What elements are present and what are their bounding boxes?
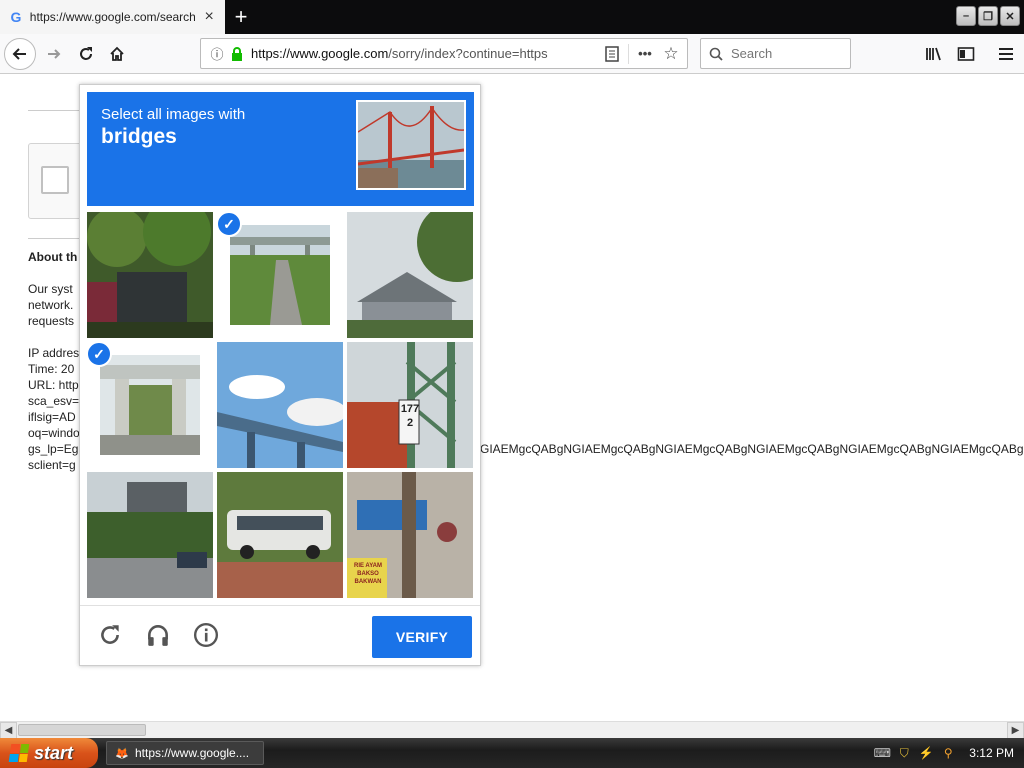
browser-task-icon: 🦊	[115, 748, 129, 760]
library-icon	[926, 47, 941, 61]
recaptcha-checkbox[interactable]	[41, 166, 69, 194]
info-line: oq=windo	[28, 426, 80, 440]
keyboard-icon[interactable]: ⌨	[874, 746, 891, 760]
info-line: gs_lp=Eg	[28, 442, 79, 456]
back-button[interactable]	[4, 38, 36, 70]
tab-title: https://www.google.com/search?q	[29, 10, 196, 24]
recaptcha-dialog: Select all images with bridges ✓ ✓ 177 2…	[79, 84, 481, 666]
taskbar: start 🦊 https://www.google.... ⌨ ⛉ ⚡ ⚲ 3…	[0, 738, 1024, 768]
info-line: URL: http	[28, 378, 79, 392]
forward-arrow-icon	[48, 49, 61, 59]
info-line: sca_esv=	[28, 394, 80, 408]
info-line: IP addres	[28, 346, 80, 360]
overflow-text-line: GIAEMgcQABgNGIAEMgcQABgNGIAEMgcQABgNGIAE…	[480, 442, 1024, 456]
reload-challenge-button[interactable]	[95, 620, 125, 650]
tile-image	[217, 472, 343, 598]
headphones-icon	[148, 625, 168, 646]
home-icon	[110, 46, 124, 61]
url-bar[interactable]: ⓘ https://www.google.com/sorry/index?con…	[200, 38, 688, 69]
shop-sign: RIE AYAM BAKSO BAKWAN	[353, 563, 382, 585]
navigation-bar: ⓘ https://www.google.com/sorry/index?con…	[0, 34, 1024, 74]
image-grid: ✓ ✓ 177 2 RIE AYAM BAKSO BAKWAN	[87, 212, 475, 600]
help-button[interactable]	[191, 620, 221, 650]
post-number-sign: 177 2	[400, 403, 420, 429]
taskbar-browser-item[interactable]: 🦊 https://www.google....	[106, 741, 264, 765]
info-line: sclient=g	[28, 458, 76, 472]
clock: 3:12 PM	[969, 746, 1014, 760]
security-shield-icon[interactable]: ⛉	[897, 746, 911, 760]
page-info-icon[interactable]: ⓘ	[207, 44, 227, 64]
url-text[interactable]: https://www.google.com/sorry/index?conti…	[251, 46, 581, 61]
info-line: Time: 20	[28, 362, 75, 376]
home-button[interactable]	[101, 38, 133, 70]
image-tile[interactable]	[347, 212, 473, 338]
audio-challenge-button[interactable]	[143, 620, 173, 650]
image-tile-selected[interactable]: ✓	[217, 212, 343, 338]
reader-view-icon[interactable]	[602, 44, 622, 64]
verify-button[interactable]: VERIFY	[372, 616, 472, 658]
network-icon[interactable]: ⚡	[919, 746, 934, 760]
tile-image	[87, 212, 213, 338]
reload-icon	[101, 625, 119, 644]
image-tile[interactable]: 177 2	[347, 342, 473, 468]
close-window-button[interactable]: ✕	[1000, 6, 1020, 26]
info-line: iflsig=AD	[28, 410, 76, 424]
lock-icon[interactable]	[227, 44, 247, 64]
tab-strip: G https://www.google.com/search?q × + – …	[0, 0, 1024, 34]
bookmark-star-icon[interactable]: ☆	[661, 44, 681, 64]
image-tile[interactable]	[87, 212, 213, 338]
image-tile[interactable]	[217, 472, 343, 598]
scrollbar-thumb[interactable]	[18, 724, 146, 736]
start-label: start	[34, 742, 74, 763]
forward-button[interactable]	[38, 38, 70, 70]
tile-image	[347, 212, 473, 338]
image-tile-selected[interactable]: ✓	[87, 342, 213, 468]
horizontal-scrollbar[interactable]: ◀ ▶	[0, 721, 1024, 739]
library-button[interactable]	[918, 38, 950, 70]
challenge-footer: VERIFY	[80, 605, 480, 665]
reload-icon	[80, 47, 92, 60]
scroll-left-icon[interactable]: ◀	[0, 722, 17, 739]
browser-tab[interactable]: G https://www.google.com/search?q ×	[0, 0, 225, 34]
paragraph-line: network.	[28, 298, 74, 312]
search-tray-icon[interactable]: ⚲	[941, 746, 955, 760]
image-tile[interactable]	[87, 472, 213, 598]
reload-button[interactable]	[70, 38, 102, 70]
hamburger-menu-icon	[999, 48, 1013, 60]
task-label: https://www.google....	[135, 746, 250, 760]
sidebar-button[interactable]	[950, 38, 982, 70]
start-button[interactable]: start	[0, 738, 98, 768]
tile-image	[100, 355, 200, 455]
window-controls: – ❐ ✕	[956, 6, 1020, 26]
about-heading: About th	[28, 250, 78, 264]
restore-button[interactable]: ❐	[978, 6, 998, 26]
system-tray: ⌨ ⛉ ⚡ ⚲ 3:12 PM	[865, 738, 1024, 768]
tile-image	[87, 472, 213, 598]
info-icon	[193, 622, 219, 648]
paragraph-line: Our syst	[28, 282, 73, 296]
windows-flag-icon	[8, 744, 30, 762]
sidebar-icon	[957, 47, 975, 61]
google-favicon-icon: G	[10, 9, 22, 25]
tab-close-icon[interactable]: ×	[201, 8, 217, 25]
scroll-right-icon[interactable]: ▶	[1007, 722, 1024, 739]
sample-image	[356, 100, 466, 190]
page-actions-icon[interactable]: •••	[635, 44, 655, 64]
tile-image	[217, 342, 343, 468]
minimize-button[interactable]: –	[956, 6, 976, 26]
new-tab-button[interactable]: +	[228, 4, 254, 30]
back-arrow-icon	[12, 48, 26, 60]
search-icon	[709, 47, 723, 61]
search-input[interactable]	[731, 46, 841, 61]
image-tile[interactable]	[217, 342, 343, 468]
paragraph-line: requests	[28, 314, 75, 328]
tile-image	[230, 225, 330, 325]
search-box[interactable]	[700, 38, 851, 69]
challenge-header: Select all images with bridges	[87, 92, 474, 206]
image-tile[interactable]: RIE AYAM BAKSO BAKWAN	[347, 472, 473, 598]
menu-button[interactable]	[990, 38, 1022, 70]
